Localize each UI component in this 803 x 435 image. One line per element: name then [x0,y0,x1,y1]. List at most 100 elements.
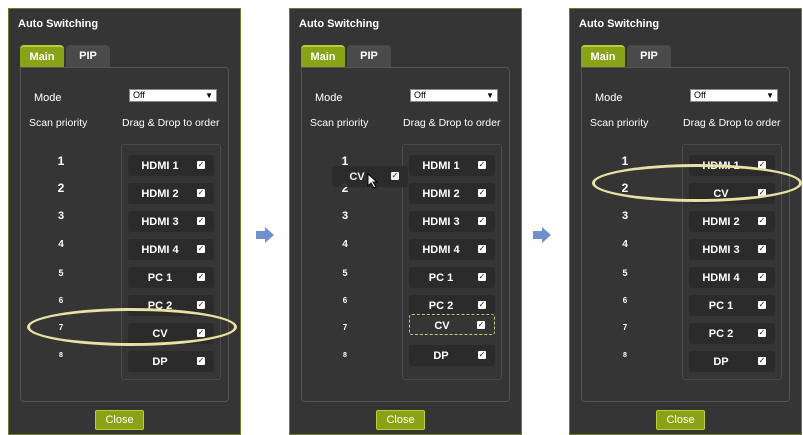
checkbox-icon[interactable]: ✓ [477,321,485,329]
source-item[interactable]: HDMI 2 ✓ [409,183,495,204]
priority-number: 1 [621,154,629,168]
auto-switching-panel-3: Auto Switching Main PIP Mode Off ▼ Scan … [569,8,802,435]
source-item[interactable]: DP ✓ [689,351,775,372]
checkbox-icon[interactable]: ✓ [758,245,766,253]
auto-switching-panel-2: Auto Switching Main PIP Mode Off ▼ Scan … [289,8,522,435]
source-item[interactable]: HDMI 3 ✓ [689,239,775,260]
priority-number: 2 [57,181,65,195]
drag-drop-header: Drag & Drop to order [683,117,781,129]
checkbox-icon[interactable]: ✓ [758,217,766,225]
tab-main[interactable]: Main [20,45,64,67]
source-item[interactable]: HDMI 2 ✓ [689,211,775,232]
mode-select-value: Off [133,90,145,100]
source-item[interactable]: PC 1 ✓ [409,267,495,288]
source-item[interactable]: PC 1 ✓ [128,267,214,288]
source-item[interactable]: DP ✓ [128,351,214,372]
checkbox-icon[interactable]: ✓ [197,245,205,253]
highlight-ellipse [27,308,237,346]
priority-number: 3 [621,210,629,222]
checkbox-icon[interactable]: ✓ [478,273,486,281]
mode-label: Mode [34,92,62,104]
source-label: PC 1 [708,300,734,312]
priority-number: 6 [622,296,628,305]
mode-select-value: Off [694,90,706,100]
tab-main[interactable]: Main [581,45,625,67]
checkbox-icon[interactable]: ✓ [478,301,486,309]
source-item[interactable]: HDMI 1 ✓ [409,155,495,176]
priority-number: 5 [622,268,628,278]
scan-priority-header: Scan priority [310,117,369,129]
checkbox-icon[interactable]: ✓ [391,172,399,180]
scan-priority-header: Scan priority [29,117,88,129]
drag-drop-header: Drag & Drop to order [403,117,501,129]
close-button[interactable]: Close [95,410,144,430]
source-item[interactable]: HDMI 3 ✓ [409,211,495,232]
source-label: HDMI 2 [141,188,179,200]
checkbox-icon[interactable]: ✓ [478,161,486,169]
checkbox-icon[interactable]: ✓ [478,245,486,253]
checkbox-icon[interactable]: ✓ [758,329,766,337]
tab-main[interactable]: Main [301,45,345,67]
source-item[interactable]: PC 1 ✓ [689,295,775,316]
source-label: PC 1 [428,272,454,284]
close-button[interactable]: Close [656,410,705,430]
checkbox-icon[interactable]: ✓ [197,301,205,309]
source-label: HDMI 2 [422,188,460,200]
checkbox-icon[interactable]: ✓ [197,161,205,169]
panel-title: Auto Switching [18,18,99,30]
source-label: HDMI 1 [422,160,460,172]
panel-title: Auto Switching [299,18,380,30]
source-label: HDMI 4 [702,272,740,284]
priority-number: 6 [342,296,348,305]
checkbox-icon[interactable]: ✓ [197,273,205,281]
source-label: DP [713,356,729,368]
source-item[interactable]: PC 2 ✓ [689,323,775,344]
source-label: HDMI 3 [422,216,460,228]
mode-select[interactable]: Off ▼ [410,89,498,102]
tab-pip[interactable]: PIP [627,45,671,67]
source-item[interactable]: HDMI 1 ✓ [128,155,214,176]
source-item[interactable]: HDMI 4 ✓ [409,239,495,260]
source-label: HDMI 1 [141,160,179,172]
checkbox-icon[interactable]: ✓ [478,217,486,225]
scan-priority-header: Scan priority [590,117,649,129]
source-item[interactable]: HDMI 3 ✓ [128,211,214,232]
priority-number: 3 [341,210,349,222]
source-item[interactable]: HDMI 4 ✓ [689,267,775,288]
chevron-down-icon: ▼ [205,91,213,100]
checkbox-icon[interactable]: ✓ [478,189,486,197]
priority-number: 8 [343,352,347,359]
mode-select[interactable]: Off ▼ [129,89,217,102]
source-item[interactable]: DP ✓ [409,345,495,366]
highlight-ellipse [592,164,802,202]
source-item[interactable]: PC 2 ✓ [409,295,495,316]
chevron-down-icon: ▼ [486,91,494,100]
priority-number: 4 [622,239,628,250]
source-label: HDMI 4 [141,244,179,256]
source-item[interactable]: HDMI 2 ✓ [128,183,214,204]
checkbox-icon[interactable]: ✓ [197,357,205,365]
checkbox-icon[interactable]: ✓ [197,189,205,197]
tab-pip[interactable]: PIP [347,45,391,67]
checkbox-icon[interactable]: ✓ [758,273,766,281]
mode-select[interactable]: Off ▼ [690,89,778,102]
close-button[interactable]: Close [376,410,425,430]
arrow-right-icon [256,227,274,243]
checkbox-icon[interactable]: ✓ [758,357,766,365]
tab-pip[interactable]: PIP [66,45,110,67]
priority-number: 5 [342,268,348,278]
mouse-pointer-icon [367,173,379,189]
source-label: HDMI 4 [422,244,460,256]
mode-label: Mode [315,92,343,104]
arrow-right-icon [533,227,551,243]
source-label: HDMI 3 [141,216,179,228]
source-label: HDMI 2 [702,216,740,228]
source-label: CV [434,320,450,332]
drop-placeholder[interactable]: CV ✓ [409,314,495,335]
checkbox-icon[interactable]: ✓ [478,351,486,359]
source-label: DP [152,356,168,368]
priority-number: 7 [622,323,628,332]
checkbox-icon[interactable]: ✓ [197,217,205,225]
source-item[interactable]: HDMI 4 ✓ [128,239,214,260]
checkbox-icon[interactable]: ✓ [758,301,766,309]
